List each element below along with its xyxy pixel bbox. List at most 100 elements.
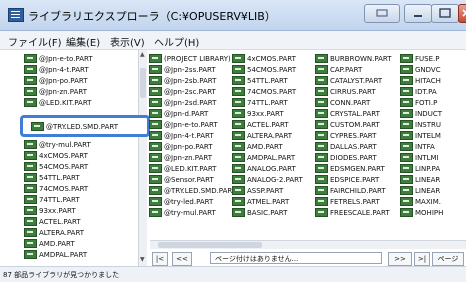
list-item[interactable]: MOHIPH <box>400 207 443 218</box>
list-item[interactable]: INTELM <box>400 130 441 141</box>
list-item[interactable]: BASIC.PART <box>232 207 287 218</box>
list-hscrollbar[interactable] <box>150 240 466 249</box>
minimize-button[interactable] <box>404 4 432 23</box>
list-item[interactable]: INSTRU <box>400 119 441 130</box>
list-item[interactable]: (PROJECT LIBRARY) <box>149 53 231 64</box>
list-item[interactable]: @Jpn-e-to.PART <box>149 119 218 130</box>
list-item[interactable]: @Jpn-2sd.PART <box>149 97 216 108</box>
list-item[interactable]: @Jpn-2sb.PART <box>149 75 216 86</box>
list-item[interactable]: @Jpn-po.PART <box>149 141 213 152</box>
tree-item[interactable]: @Jpn-po.PART <box>24 75 88 86</box>
tree-item-selected[interactable]: @TRY.LED.SMD.PART <box>31 121 118 132</box>
tree-item[interactable]: @Jpn-4-t.PART <box>24 64 89 75</box>
last-page-button[interactable]: >| <box>414 252 430 266</box>
menu-view[interactable]: 表示(V) <box>110 34 145 49</box>
list-item[interactable]: ATMEL.PART <box>232 196 289 207</box>
maximize-button[interactable] <box>431 4 459 23</box>
tree-item[interactable]: ACTEL.PART <box>24 216 81 227</box>
list-item[interactable]: 74TTL.PART <box>232 97 288 108</box>
list-item[interactable]: 54CMOS.PART <box>232 64 296 75</box>
tree-item[interactable]: 54CMOS.PART <box>24 161 88 172</box>
list-item[interactable]: INTLMI <box>400 152 439 163</box>
list-item[interactable]: CAP.PART <box>315 64 362 75</box>
list-item[interactable]: 74CMOS.PART <box>232 86 296 97</box>
list-item[interactable]: @try-led.PART <box>149 196 213 207</box>
list-item[interactable]: @Jpn-4-t.PART <box>149 130 214 141</box>
first-page-button[interactable]: |< <box>152 252 168 266</box>
list-item[interactable]: 4xCMOS.PART <box>232 53 296 64</box>
selected-library-highlight[interactable]: @TRY.LED.SMD.PART <box>20 115 150 137</box>
list-item[interactable]: EDSPICE.PART <box>315 174 379 185</box>
page-info-field[interactable]: ページ付けはありません... <box>210 252 382 264</box>
list-item[interactable]: CUSTOM.PART <box>315 119 380 130</box>
list-item[interactable]: FOTI.P <box>400 97 437 108</box>
list-item[interactable]: LINEAR <box>400 185 440 196</box>
list-item[interactable]: @Jpn-zn.PART <box>149 152 212 163</box>
menu-edit[interactable]: 編集(E) <box>66 34 100 49</box>
list-item[interactable]: FREESCALE.PART <box>315 207 390 218</box>
list-item[interactable]: GNDVC <box>400 64 441 75</box>
list-item[interactable]: AMD.PART <box>232 141 283 152</box>
menu-help[interactable]: ヘルプ(H) <box>154 34 199 49</box>
menu-file[interactable]: ファイル(F) <box>8 34 62 49</box>
list-item[interactable]: @try-mul.PART <box>149 207 216 218</box>
tree-item[interactable]: AMD.PART <box>24 238 75 249</box>
list-item[interactable]: AMDPAL.PART <box>232 152 295 163</box>
list-item[interactable]: IDT.PA <box>400 86 437 97</box>
list-item[interactable]: ANALOG-2.PART <box>232 174 303 185</box>
list-item[interactable]: DALLAS.PART <box>315 141 377 152</box>
tree-item[interactable]: @try-mul.PART <box>24 139 91 150</box>
list-item[interactable]: LINEAR <box>400 174 440 185</box>
list-item[interactable]: EDSMGEN.PART <box>315 163 385 174</box>
list-item[interactable]: CIRRUS.PART <box>315 86 376 97</box>
list-item[interactable]: HITACH <box>400 75 441 86</box>
list-item[interactable]: CONN.PART <box>315 97 370 108</box>
tree-scrollbar[interactable]: ▲ ▼ <box>138 50 147 266</box>
list-item[interactable]: CRYSTAL.PART <box>315 108 380 119</box>
list-item[interactable]: @Jpn-2ss.PART <box>149 64 216 75</box>
tree-item[interactable]: AMDPAL.PART <box>24 249 87 260</box>
close-button[interactable] <box>458 4 466 23</box>
scroll-thumb[interactable] <box>140 68 146 98</box>
list-item[interactable]: @LED.KIT.PART <box>149 163 216 174</box>
tree-item[interactable]: @LED.KIT.PART <box>24 97 91 108</box>
tree-item[interactable]: 93xx.PART <box>24 205 76 216</box>
list-item[interactable]: ASSP.PART <box>232 185 283 196</box>
tree-item[interactable]: @Jpn-zn.PART <box>24 86 87 97</box>
list-item[interactable]: 93xx.PART <box>232 108 284 119</box>
list-item[interactable]: INDUCT <box>400 108 442 119</box>
library-tree[interactable]: @Jpn-e-to.PART @Jpn-4-t.PART @Jpn-po.PAR… <box>0 50 147 266</box>
list-item[interactable]: @Jpn-2sc.PART <box>149 86 216 97</box>
list-item-label: MAXIM. <box>415 198 441 206</box>
tree-item[interactable]: 4xCMOS.PART <box>24 150 88 161</box>
list-item[interactable]: CYPRES.PART <box>315 130 376 141</box>
list-item[interactable]: ALTERA.PART <box>232 130 292 141</box>
tree-item[interactable]: 54TTL.PART <box>24 172 80 183</box>
library-list[interactable]: (PROJECT LIBRARY) @Jpn-2ss.PART @Jpn-2sb.P… <box>149 50 466 260</box>
list-item[interactable]: DIODES.PART <box>315 152 377 163</box>
tree-item[interactable]: 74CMOS.PART <box>24 183 88 194</box>
prev-page-button[interactable]: << <box>172 252 192 266</box>
list-item[interactable]: FAIRCHILD.PART <box>315 185 386 196</box>
list-item[interactable]: BURBROWN.PART <box>315 53 392 64</box>
list-item[interactable]: 54TTL.PART <box>232 75 288 86</box>
tree-item[interactable]: @Jpn-e-to.PART <box>24 53 93 64</box>
list-item[interactable]: ACTEL.PART <box>232 119 289 130</box>
list-item[interactable]: FUSE.P <box>400 53 439 64</box>
scroll-down-icon[interactable]: ▼ <box>140 256 145 263</box>
scroll-up-icon[interactable]: ▲ <box>140 51 145 58</box>
list-item[interactable]: MAXIM. <box>400 196 441 207</box>
list-item[interactable]: @TRY.LED.SMD.PART <box>149 185 236 196</box>
hscroll-thumb[interactable] <box>158 242 262 248</box>
list-item[interactable]: CATALYST.PART <box>315 75 382 86</box>
window-extra-button[interactable] <box>364 4 400 23</box>
list-item[interactable]: LINP.PA <box>400 163 440 174</box>
tree-item[interactable]: ALTERA.PART <box>24 227 84 238</box>
list-item[interactable]: @Sensor.PART <box>149 174 214 185</box>
list-item[interactable]: ANALOG.PART <box>232 163 296 174</box>
next-page-button[interactable]: >> <box>388 252 412 266</box>
list-item[interactable]: @Jpn-d.PART <box>149 108 208 119</box>
list-item[interactable]: INTFA <box>400 141 435 152</box>
tree-item[interactable]: 74TTL.PART <box>24 194 80 205</box>
list-item[interactable]: FETRELS.PART <box>315 196 380 207</box>
